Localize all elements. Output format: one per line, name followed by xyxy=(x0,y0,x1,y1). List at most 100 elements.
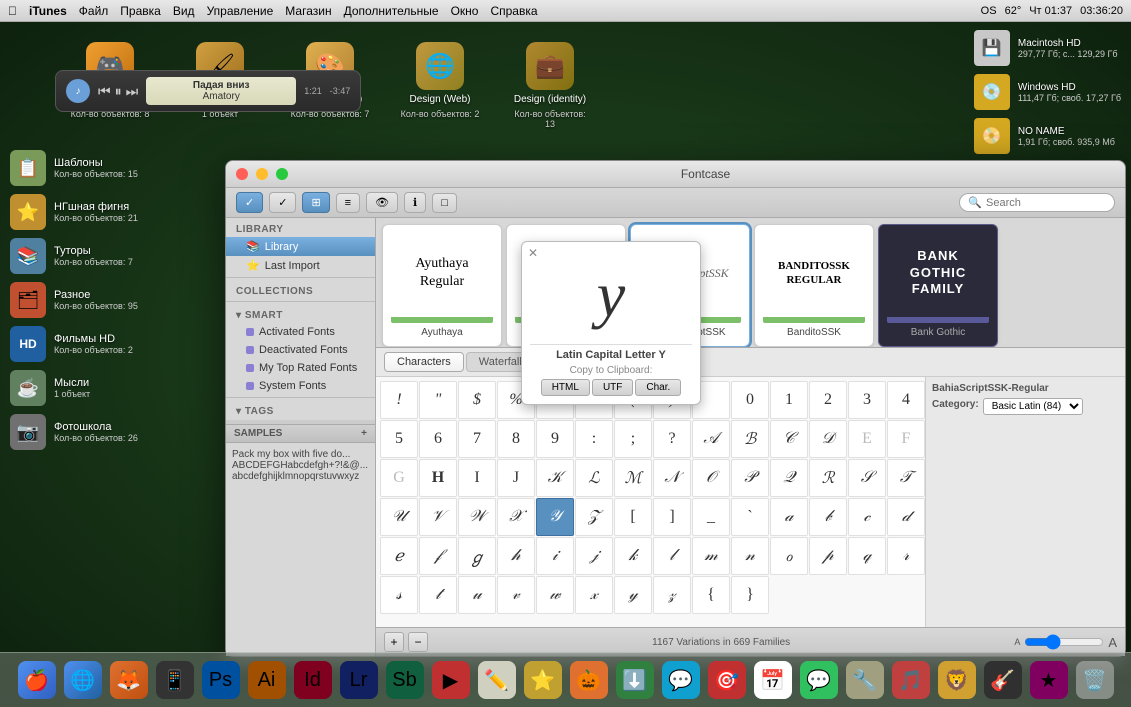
char-cell[interactable]: 5 xyxy=(380,420,418,458)
char-cell[interactable]: 𝓆 xyxy=(848,537,886,575)
char-cell[interactable]: 𝒬 xyxy=(770,459,808,497)
font-card-bandito[interactable]: BANDITOSSKREGULAR BanditoSSK xyxy=(754,224,874,347)
dock-garageband[interactable]: 🎸 xyxy=(982,659,1024,701)
char-cell[interactable]: 𝓎 xyxy=(614,576,652,614)
char-cell[interactable]: 𝓍 xyxy=(575,576,613,614)
char-cell[interactable]: _ xyxy=(692,498,730,536)
hd-noname[interactable]: 📀 NO NAME 1,91 Гб; своб. 935,9 Мб xyxy=(974,118,1121,154)
char-cell[interactable]: 𝒜 xyxy=(692,420,730,458)
panel-item-lastimport[interactable]: ⭐ Last Import xyxy=(226,256,375,275)
char-cell[interactable]: ℬ xyxy=(731,420,769,458)
add-font-button[interactable]: + xyxy=(384,632,404,652)
char-cell[interactable]: [ xyxy=(614,498,652,536)
char-cell[interactable]: 𝒩 xyxy=(653,459,691,497)
char-cell[interactable]: I xyxy=(458,459,496,497)
char-cell[interactable]: 𝒳 xyxy=(497,498,535,536)
char-cell[interactable]: 𝒰 xyxy=(380,498,418,536)
app-name[interactable]: iTunes xyxy=(29,4,67,18)
char-cell[interactable]: 𝓃 xyxy=(731,537,769,575)
sidebar-item-mysli[interactable]: ☕ Мысли 1 объект xyxy=(10,370,138,406)
popup-close-button[interactable]: ✕ xyxy=(528,246,538,260)
char-cell[interactable]: ] xyxy=(653,498,691,536)
char-cell[interactable]: 𝓂 xyxy=(692,537,730,575)
play-pause-button[interactable]: ⏸ xyxy=(115,83,122,100)
dock-tools[interactable]: 🔧 xyxy=(844,659,886,701)
panel-item-system[interactable]: System Fonts xyxy=(226,377,375,395)
desktop-icon-identity[interactable]: 💼 Design (identity) Кол-во объектов: 13 xyxy=(510,42,590,129)
char-cell[interactable]: ℳ xyxy=(614,459,652,497)
char-cell[interactable]: 3 xyxy=(848,381,886,419)
menu-view[interactable]: Вид xyxy=(173,4,195,18)
dock-app1[interactable]: ★ xyxy=(1028,659,1070,701)
dock-torrent[interactable]: ⬇️ xyxy=(614,659,656,701)
char-cell[interactable]: ℴ xyxy=(770,537,808,575)
menu-edit[interactable]: Правка xyxy=(120,4,161,18)
char-cell[interactable]: 𝒽 xyxy=(497,537,535,575)
dock-soundbooth[interactable]: Sb xyxy=(384,659,426,701)
char-cell[interactable]: $ xyxy=(458,381,496,419)
popup-html-button[interactable]: HTML xyxy=(541,379,590,396)
dock-ichat[interactable]: 💬 xyxy=(798,659,840,701)
char-cell[interactable]: ; xyxy=(614,420,652,458)
char-cell[interactable]: 𝒞 xyxy=(770,420,808,458)
char-cell[interactable]: 𝒲 xyxy=(458,498,496,536)
tab-characters[interactable]: Characters xyxy=(384,352,464,372)
panel-item-library[interactable]: 📚 Library xyxy=(226,237,375,256)
dock-pen[interactable]: ✏️ xyxy=(476,659,518,701)
menu-store[interactable]: Магазин xyxy=(285,4,331,18)
popup-char-button[interactable]: Char. xyxy=(635,379,681,396)
char-cell[interactable]: ` xyxy=(731,498,769,536)
toolbar-grid[interactable]: ⊞ xyxy=(302,192,329,213)
char-cell[interactable]: 𝒶 xyxy=(770,498,808,536)
hd-windows[interactable]: 💿 Windows HD 111,47 Гб; своб. 17,27 Гб xyxy=(974,74,1121,110)
sidebar-item-ngfignya[interactable]: ⭐ НГшная фигня Кол-во объектов: 21 xyxy=(10,194,138,230)
menu-window[interactable]: Окно xyxy=(451,4,479,18)
dock-star[interactable]: ⭐ xyxy=(522,659,564,701)
char-cell[interactable]: 𝓌 xyxy=(536,576,574,614)
char-cell[interactable]: : xyxy=(575,420,613,458)
char-cell[interactable]: } xyxy=(731,576,769,614)
char-cell[interactable]: 𝓋 xyxy=(497,576,535,614)
char-cell[interactable]: 6 xyxy=(419,420,457,458)
char-cell[interactable]: J xyxy=(497,459,535,497)
sidebar-item-tutory[interactable]: 📚 Туторы Кол-во объектов: 7 xyxy=(10,238,138,274)
char-cell[interactable]: " xyxy=(419,381,457,419)
char-cell[interactable]: 𝒵 xyxy=(575,498,613,536)
left-panel-scroll[interactable]: LIBRARY 📚 Library ⭐ Last Import COLLECTI… xyxy=(226,218,375,420)
char-cell[interactable]: 𝓇 xyxy=(887,537,925,575)
char-cell[interactable]: 𝒫 xyxy=(731,459,769,497)
char-cell[interactable]: 0 xyxy=(731,381,769,419)
panel-item-toprated[interactable]: My Top Rated Fonts xyxy=(226,359,375,377)
dock-music[interactable]: 🎵 xyxy=(890,659,932,701)
char-cell[interactable]: 𝒯 xyxy=(887,459,925,497)
char-cell[interactable]: F xyxy=(887,420,925,458)
char-cell[interactable]: ℒ xyxy=(575,459,613,497)
char-cell[interactable]: ℛ xyxy=(809,459,847,497)
char-cell[interactable]: 𝓉 xyxy=(419,576,457,614)
apple-menu[interactable]:  xyxy=(8,4,17,18)
search-input[interactable] xyxy=(986,197,1106,209)
char-cell[interactable]: 1 xyxy=(770,381,808,419)
char-cell[interactable]: 𝒪 xyxy=(692,459,730,497)
samples-add-button[interactable]: + xyxy=(361,428,367,439)
panel-item-activated[interactable]: Activated Fonts xyxy=(226,323,375,341)
toolbar-info[interactable]: ℹ xyxy=(404,192,426,213)
prev-button[interactable]: ⏮ xyxy=(98,83,111,100)
char-cell[interactable]: 𝓊 xyxy=(458,576,496,614)
toolbar-checkmark[interactable]: ✓ xyxy=(236,192,263,213)
char-cell[interactable]: ℯ xyxy=(380,537,418,575)
char-cell[interactable]: 𝒿 xyxy=(575,537,613,575)
remove-font-button[interactable]: − xyxy=(408,632,428,652)
dock-finder[interactable]: 🍎 xyxy=(16,659,58,701)
char-cell[interactable]: H xyxy=(419,459,457,497)
dock-target[interactable]: 🎯 xyxy=(706,659,748,701)
menu-control[interactable]: Управление xyxy=(207,4,274,18)
char-cell[interactable]: ℊ xyxy=(458,537,496,575)
sidebar-item-filmyhd[interactable]: HD Фильмы HD Кол-во объектов: 2 xyxy=(10,326,138,362)
char-cell[interactable]: 2 xyxy=(809,381,847,419)
sidebar-item-shablony[interactable]: 📋 Шаблоны Кол-во объектов: 15 xyxy=(10,150,138,186)
toolbar-list[interactable]: ≡ xyxy=(336,193,360,213)
sidebar-item-fotoshkola[interactable]: 📷 Фотошкола Кол-во объектов: 26 xyxy=(10,414,138,450)
dock-safari[interactable]: 🌐 xyxy=(62,659,104,701)
dock-illustrator[interactable]: Ai xyxy=(246,659,288,701)
